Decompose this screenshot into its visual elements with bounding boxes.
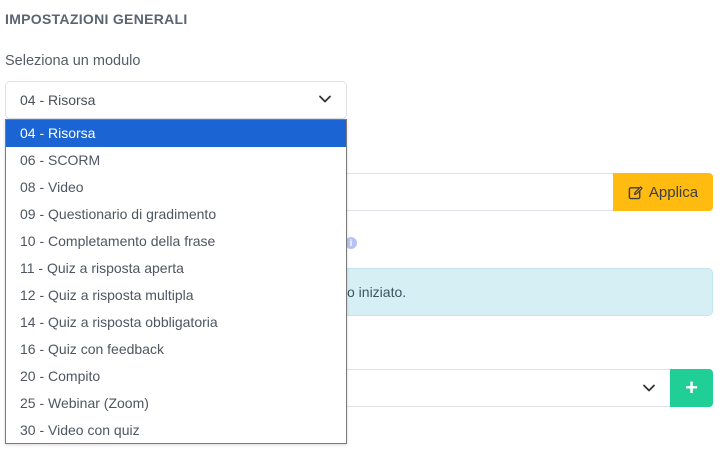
chevron-down-icon	[643, 384, 655, 392]
chevron-down-icon	[319, 95, 331, 103]
dropdown-option[interactable]: 30 - Video con quiz	[6, 417, 346, 444]
dropdown-option[interactable]: 16 - Quiz con feedback	[6, 336, 346, 363]
module-select-value: 04 - Risorsa	[20, 92, 96, 108]
dropdown-option[interactable]: 20 - Compito	[6, 363, 346, 390]
dropdown-option[interactable]: 09 - Questionario di gradimento	[6, 201, 346, 228]
dropdown-option[interactable]: 14 - Quiz a risposta obbligatoria	[6, 309, 346, 336]
dropdown-option[interactable]: 06 - SCORM	[6, 147, 346, 174]
dropdown-option[interactable]: 25 - Webinar (Zoom)	[6, 390, 346, 417]
alert-text: o iniziato.	[347, 284, 407, 300]
module-select-label: Seleziona un modulo	[5, 53, 141, 69]
general-settings-page: IMPOSTAZIONI GENERALI Seleziona un modul…	[0, 0, 723, 450]
dropdown-option[interactable]: 10 - Completamento della frase	[6, 228, 346, 255]
dropdown-option[interactable]: 08 - Video	[6, 174, 346, 201]
module-select[interactable]: 04 - Risorsa	[5, 81, 347, 119]
apply-button[interactable]: Applica	[613, 173, 713, 211]
dropdown-option[interactable]: 04 - Risorsa	[6, 120, 346, 147]
apply-button-label: Applica	[648, 183, 699, 201]
dropdown-option[interactable]: 11 - Quiz a risposta aperta	[6, 255, 346, 282]
add-button[interactable]: +	[670, 369, 713, 407]
module-dropdown-list: 04 - Risorsa 06 - SCORM 08 - Video 09 - …	[5, 119, 347, 444]
plus-icon: +	[685, 375, 698, 400]
edit-icon	[628, 185, 643, 199]
section-title: IMPOSTAZIONI GENERALI	[5, 11, 188, 27]
dropdown-option[interactable]: 12 - Quiz a risposta multipla	[6, 282, 346, 309]
